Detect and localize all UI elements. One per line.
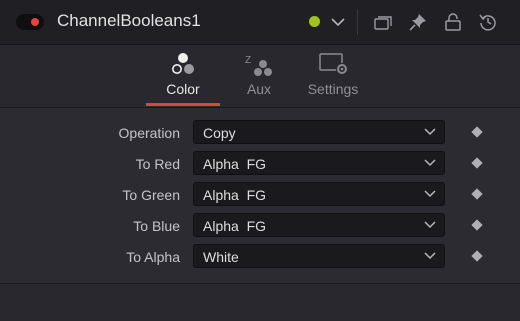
chevron-down-icon bbox=[424, 128, 436, 136]
header-divider bbox=[357, 9, 358, 35]
lock-icon[interactable] bbox=[443, 12, 463, 32]
reset-icon[interactable] bbox=[478, 12, 498, 32]
field-label: To Green bbox=[122, 187, 180, 203]
keyframe-diamond-icon[interactable] bbox=[471, 188, 483, 200]
field-label: To Blue bbox=[133, 218, 180, 234]
keyframe-diamond-icon[interactable] bbox=[471, 250, 483, 262]
dropdown-value: Alpha FG bbox=[203, 187, 267, 203]
dropdown-value: White bbox=[203, 249, 239, 265]
settings-icon bbox=[293, 51, 373, 79]
to-blue-dropdown[interactable]: Alpha FG bbox=[193, 213, 445, 237]
tab-label: Settings bbox=[307, 81, 359, 97]
controls-panel: Operation Copy To Red Alpha FG To Green … bbox=[0, 108, 520, 283]
node-title: ChannelBooleans1 bbox=[57, 11, 201, 30]
dropdown-value: Alpha FG bbox=[203, 156, 267, 172]
toggle-indicator bbox=[31, 18, 39, 26]
tab-label: Color bbox=[166, 81, 200, 97]
to-green-row: To Green Alpha FG bbox=[0, 182, 520, 208]
to-alpha-row: To Alpha White bbox=[0, 244, 520, 270]
to-red-row: To Red Alpha FG bbox=[0, 151, 520, 177]
node-header: ChannelBooleans1 bbox=[0, 0, 520, 45]
versions-icon[interactable] bbox=[373, 12, 393, 32]
chevron-down-icon bbox=[424, 221, 436, 229]
tab-aux[interactable]: Z Aux bbox=[219, 45, 299, 107]
keyframe-diamond-icon[interactable] bbox=[471, 126, 483, 138]
panel-footer bbox=[0, 283, 520, 321]
color-channels-icon bbox=[143, 51, 223, 79]
pin-icon[interactable] bbox=[408, 12, 428, 32]
aux-channels-icon: Z bbox=[219, 51, 299, 79]
to-alpha-dropdown[interactable]: White bbox=[193, 244, 445, 268]
to-blue-row: To Blue Alpha FG bbox=[0, 213, 520, 239]
keyframe-diamond-icon[interactable] bbox=[471, 219, 483, 231]
field-label: To Alpha bbox=[126, 249, 180, 265]
tab-settings[interactable]: Settings bbox=[293, 45, 373, 107]
to-red-dropdown[interactable]: Alpha FG bbox=[193, 151, 445, 175]
dropdown-value: Alpha FG bbox=[203, 218, 267, 234]
tab-color[interactable]: Color bbox=[143, 45, 223, 107]
operation-dropdown[interactable]: Copy bbox=[193, 120, 445, 144]
chevron-down-icon[interactable] bbox=[328, 12, 348, 32]
active-tab-indicator bbox=[146, 103, 220, 106]
to-green-dropdown[interactable]: Alpha FG bbox=[193, 182, 445, 206]
chevron-down-icon bbox=[424, 159, 436, 167]
chevron-down-icon bbox=[424, 252, 436, 260]
field-label: To Red bbox=[135, 156, 180, 172]
node-color-indicator[interactable] bbox=[309, 16, 320, 27]
field-label: Operation bbox=[118, 125, 180, 141]
dropdown-value: Copy bbox=[203, 125, 236, 141]
chevron-down-icon bbox=[424, 190, 436, 198]
tab-label: Aux bbox=[246, 81, 272, 97]
node-enable-toggle[interactable] bbox=[16, 14, 44, 30]
keyframe-diamond-icon[interactable] bbox=[471, 157, 483, 169]
operation-row: Operation Copy bbox=[0, 120, 520, 146]
svg-text:Z: Z bbox=[245, 55, 251, 66]
control-tabs: Color Z Aux Settings bbox=[0, 45, 520, 108]
